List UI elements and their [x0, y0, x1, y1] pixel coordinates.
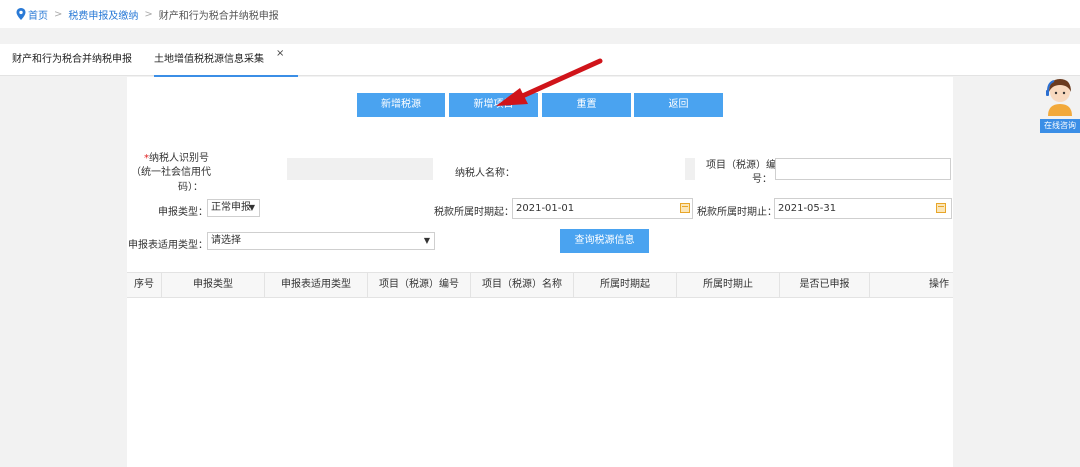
- taxpayer-id-label: *纳税人识别号: [144, 153, 209, 164]
- back-button[interactable]: 返回: [634, 93, 723, 117]
- taxpayer-name-label: 纳税人名称：: [455, 168, 515, 179]
- taxpayer-id-label-line3: 码）：: [178, 182, 203, 193]
- period-end-label: 税款所属时期止：: [697, 207, 777, 218]
- project-no-label-line2: 号：: [752, 174, 772, 185]
- taxpayer-name-field: [685, 158, 695, 180]
- breadcrumb-home-link[interactable]: 首页: [28, 7, 48, 22]
- column-header: 申报表适用类型: [265, 273, 368, 297]
- column-header: 项目（税源）编号: [368, 273, 471, 297]
- column-header: 序号: [127, 273, 162, 297]
- declare-type-value: 正常申报: [211, 202, 251, 213]
- customer-service-avatar-icon: [1046, 79, 1072, 116]
- dropdown-arrow-icon: ▼: [423, 236, 430, 245]
- period-start-input[interactable]: 2021-01-01: [512, 198, 693, 219]
- tab-label: 土地增值税税源信息采集: [154, 54, 264, 65]
- form-type-label: 申报表适用类型：: [128, 240, 208, 251]
- form-type-select[interactable]: 请选择 ▼: [207, 232, 435, 250]
- dropdown-arrow-icon: ▼: [248, 203, 255, 212]
- tab-combined-declaration[interactable]: 财产和行为税合并纳税申报: [12, 44, 132, 76]
- period-end-input[interactable]: 2021-05-31: [774, 198, 952, 219]
- breadcrumb: 首页 > 税费申报及缴纳 > 财产和行为税合并纳税申报: [0, 0, 1080, 28]
- calendar-icon[interactable]: [936, 203, 946, 213]
- breadcrumb-current: 财产和行为税合并纳税申报: [158, 10, 279, 22]
- calendar-icon[interactable]: [680, 203, 690, 213]
- breadcrumb-tax-link[interactable]: 税费申报及缴纳: [68, 7, 138, 22]
- query-tax-source-button[interactable]: 查询税源信息: [560, 229, 649, 253]
- period-end-value: 2021-05-31: [778, 203, 837, 214]
- close-icon[interactable]: ×: [276, 38, 284, 70]
- declare-type-label: 申报类型：: [158, 207, 208, 218]
- form-type-value: 请选择: [211, 235, 241, 246]
- declare-type-select[interactable]: 正常申报 ▼: [207, 199, 260, 217]
- column-header: 项目（税源）名称: [471, 273, 574, 297]
- column-header: 申报类型: [162, 273, 265, 297]
- project-no-input[interactable]: [775, 158, 951, 180]
- table-header: 序号 申报类型 申报表适用类型 项目（税源）编号 项目（税源）名称 所属时期起 …: [127, 272, 953, 298]
- column-header: 所属时期止: [677, 273, 780, 297]
- period-start-value: 2021-01-01: [516, 203, 575, 214]
- location-pin-icon: [16, 8, 26, 20]
- period-start-label: 税款所属时期起：: [434, 207, 514, 218]
- red-arrow-annotation: [496, 58, 603, 106]
- taxpayer-id-field: [287, 158, 433, 180]
- column-header: 所属时期起: [574, 273, 677, 297]
- project-no-label: 项目（税源）编: [706, 160, 776, 171]
- taxpayer-id-label-line2: （统一社会信用代: [131, 167, 211, 178]
- online-consult-widget[interactable]: 在线咨询: [1040, 74, 1080, 133]
- breadcrumb-separator: >: [54, 8, 63, 20]
- online-consult-label: 在线咨询: [1040, 119, 1080, 133]
- column-header: 操作: [929, 279, 949, 290]
- add-tax-source-button[interactable]: 新增税源: [357, 93, 445, 117]
- column-header: 是否已申报: [780, 273, 870, 297]
- tab-land-vat-source[interactable]: 土地增值税税源信息采集 ×: [154, 44, 298, 77]
- breadcrumb-separator: >: [144, 8, 153, 20]
